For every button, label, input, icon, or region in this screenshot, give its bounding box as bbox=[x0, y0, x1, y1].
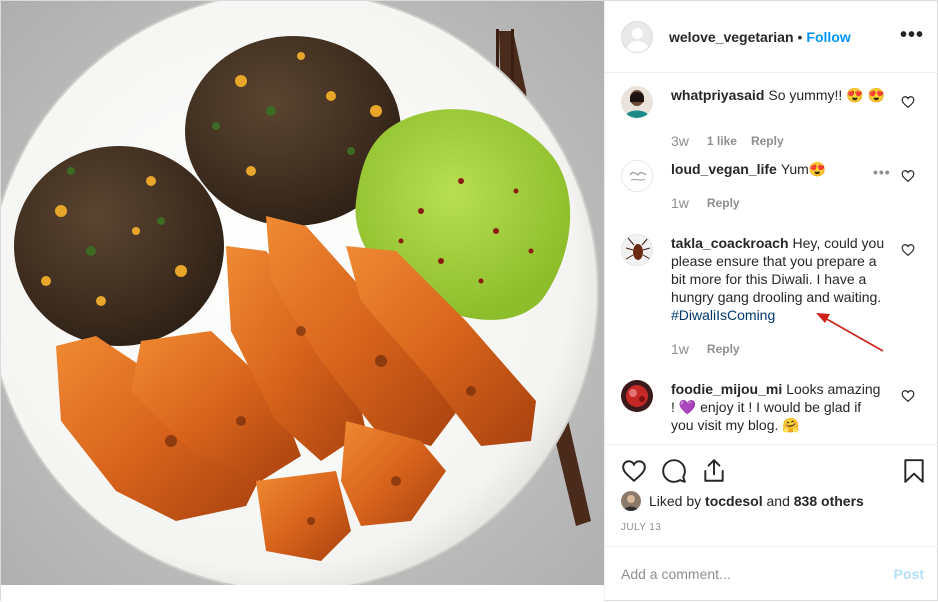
separator-dot: • bbox=[797, 28, 803, 45]
comment-username[interactable]: takla_coackroach bbox=[671, 235, 789, 251]
add-comment-input[interactable] bbox=[621, 563, 881, 585]
author-avatar[interactable] bbox=[621, 20, 653, 53]
commenter-avatar[interactable] bbox=[621, 380, 653, 412]
comment-options-icon[interactable]: ••• bbox=[873, 164, 891, 180]
comment-like-heart-icon[interactable] bbox=[901, 169, 915, 183]
share-icon[interactable] bbox=[701, 458, 727, 484]
post-header: welove_vegetarian • Follow ••• bbox=[605, 1, 938, 73]
liked-by-user[interactable]: tocdesol bbox=[705, 493, 763, 509]
comment-time[interactable]: 3w bbox=[671, 133, 689, 149]
comment-like-heart-icon[interactable] bbox=[901, 389, 915, 403]
comment-text-block: takla_coackroach Hey, could you please en… bbox=[671, 234, 885, 324]
comment-meta: 1w Reply bbox=[671, 195, 740, 211]
food-image bbox=[1, 1, 604, 602]
comment-username[interactable]: loud_vegan_life bbox=[671, 161, 777, 177]
comment-icon[interactable] bbox=[661, 458, 687, 484]
reply-button[interactable]: Reply bbox=[707, 342, 740, 356]
comment-text-block: whatpriyasaid So yummy!! 😍 😍 bbox=[671, 86, 885, 104]
comment-time[interactable]: 1w bbox=[671, 341, 689, 357]
comment-username[interactable]: whatpriyasaid bbox=[671, 87, 764, 103]
liked-by-others[interactable]: 838 others bbox=[794, 493, 864, 509]
instagram-post-window: welove_vegetarian • Follow ••• whatpriya… bbox=[0, 0, 938, 602]
add-comment-bar: Post bbox=[605, 546, 938, 602]
liked-by-prefix: Liked by bbox=[649, 493, 702, 509]
liked-by-and: and bbox=[766, 493, 790, 509]
bookmark-icon[interactable] bbox=[901, 458, 927, 484]
comment-text: So yummy!! 😍 😍 bbox=[768, 87, 885, 103]
commenter-avatar[interactable] bbox=[621, 234, 653, 266]
comment-text: Yum😍 bbox=[780, 161, 827, 177]
comment-text-block: foodie_mijou_mi Looks amazing ! 💜 enjoy i… bbox=[671, 380, 885, 434]
commenter-avatar[interactable] bbox=[621, 86, 653, 118]
comment-like-heart-icon[interactable] bbox=[901, 95, 915, 109]
author-username[interactable]: welove_vegetarian bbox=[669, 29, 794, 45]
post-side-panel: welove_vegetarian • Follow ••• whatpriya… bbox=[604, 1, 938, 602]
more-options-icon[interactable]: ••• bbox=[900, 25, 924, 45]
comment-likes[interactable]: 1 like bbox=[707, 134, 737, 148]
post-photo[interactable] bbox=[1, 1, 604, 602]
liker-avatar[interactable] bbox=[621, 491, 641, 511]
comment-username[interactable]: foodie_mijou_mi bbox=[671, 381, 782, 397]
follow-button[interactable]: Follow bbox=[806, 29, 850, 45]
reply-button[interactable]: Reply bbox=[751, 134, 784, 148]
post-comment-button[interactable]: Post bbox=[894, 566, 924, 582]
comment-time[interactable]: 1w bbox=[671, 195, 689, 211]
hashtag-link[interactable]: #DiwaliIsComing bbox=[671, 306, 885, 324]
heart-icon[interactable] bbox=[621, 458, 647, 484]
commenter-avatar[interactable] bbox=[621, 160, 653, 192]
comment-text-block: loud_vegan_life Yum😍 bbox=[671, 160, 885, 178]
reply-button[interactable]: Reply bbox=[707, 196, 740, 210]
comment-meta: 3w 1 like Reply bbox=[671, 133, 784, 149]
liked-by-row: Liked by tocdesol and 838 others bbox=[621, 491, 864, 511]
post-date[interactable]: JULY 13 bbox=[621, 522, 661, 533]
comment-meta: 1w Reply bbox=[671, 341, 740, 357]
comments-list[interactable]: whatpriyasaid So yummy!! 😍 😍 3w 1 like Re… bbox=[605, 74, 938, 444]
comment-like-heart-icon[interactable] bbox=[901, 243, 915, 257]
